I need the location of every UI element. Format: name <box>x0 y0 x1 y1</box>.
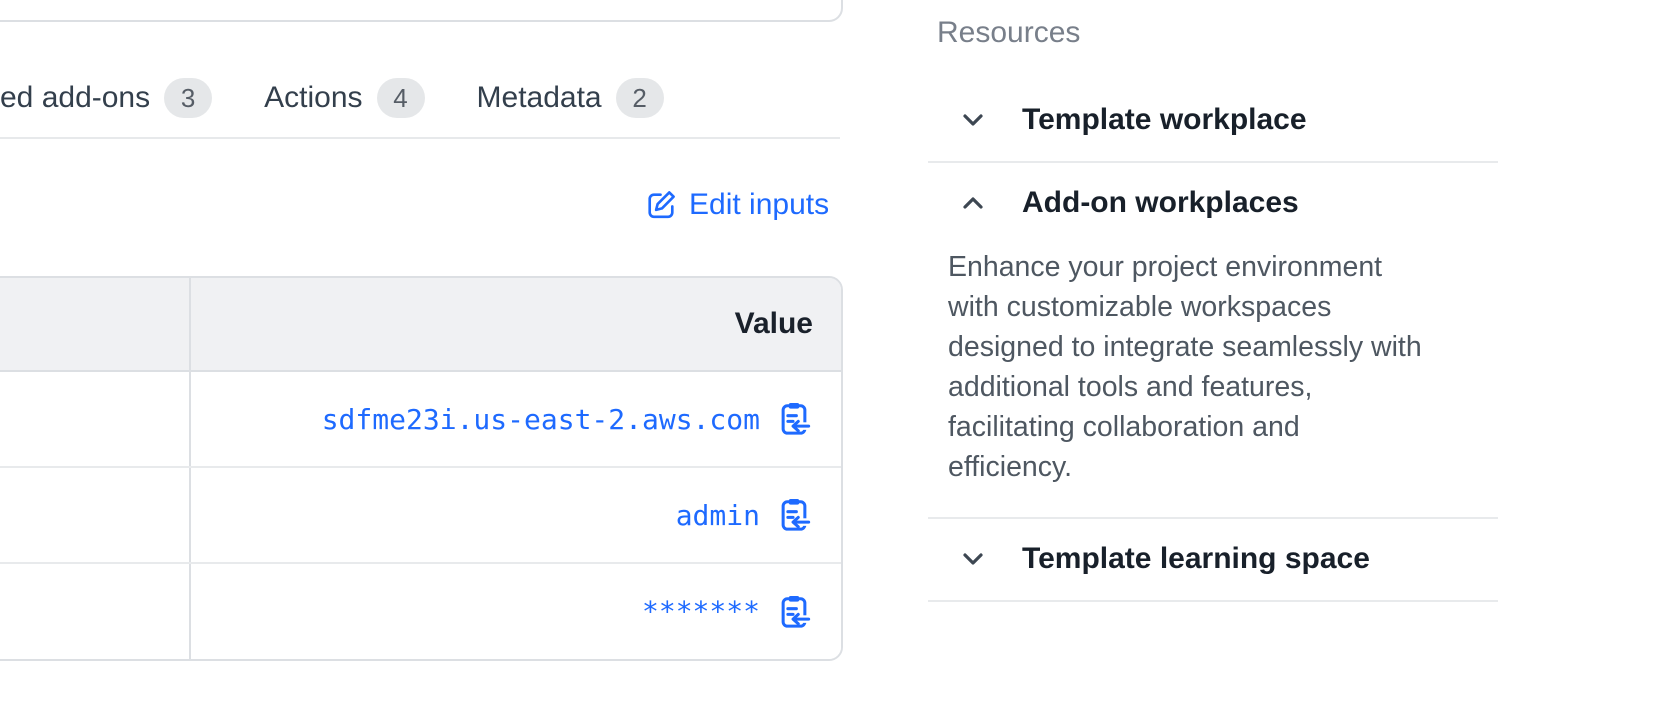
accordion-section-template-workplace: Template workplace <box>928 80 1498 163</box>
tab-actions[interactable]: Actions 4 <box>264 78 424 118</box>
screen: ed add-ons 3 Actions 4 Metadata 2 Edit i… <box>0 0 1672 728</box>
accordion-title: Add-on workplaces <box>1022 186 1299 220</box>
table-header-value: Value <box>191 278 841 370</box>
resources-heading: Resources <box>928 16 1498 50</box>
tab-label: Actions <box>264 81 362 115</box>
table-row: admin <box>0 468 841 564</box>
chevron-down-icon <box>960 107 986 133</box>
table-cell-name <box>0 564 191 659</box>
card-above <box>0 0 843 22</box>
chevron-down-icon <box>960 546 986 572</box>
accordion-section-template-learning-space: Template learning space <box>928 519 1498 602</box>
table-cell-value: admin <box>191 468 841 562</box>
value-masked[interactable]: ******* <box>642 595 760 628</box>
clipboard-copy-icon[interactable] <box>777 401 811 437</box>
edit-inputs-button[interactable]: Edit inputs <box>645 188 829 222</box>
accordion-header[interactable]: Add-on workplaces <box>928 186 1498 220</box>
value-link[interactable]: admin <box>676 499 760 532</box>
edit-inputs-label: Edit inputs <box>689 188 829 222</box>
clipboard-copy-icon[interactable] <box>777 594 811 630</box>
tab-count-badge: 2 <box>616 78 664 118</box>
tab-bar-divider <box>0 137 840 139</box>
table-cell-value: sdfme23i.us-east-2.aws.com <box>191 372 841 466</box>
accordion-header[interactable]: Template learning space <box>928 542 1498 576</box>
table-cell-value: ******* <box>191 564 841 659</box>
tab-metadata[interactable]: Metadata 2 <box>477 78 664 118</box>
accordion-section-add-on-workplaces: Add-on workplaces Enhance your project e… <box>928 163 1498 519</box>
value-link[interactable]: sdfme23i.us-east-2.aws.com <box>322 403 760 436</box>
tab-count-badge: 3 <box>164 78 212 118</box>
tab-count-badge: 4 <box>377 78 425 118</box>
edit-pencil-square-icon <box>645 189 677 221</box>
table-cell-name <box>0 468 191 562</box>
inputs-table: Value sdfme23i.us-east-2.aws.com <box>0 276 843 661</box>
accordion-header[interactable]: Template workplace <box>928 103 1498 137</box>
table-header-name <box>0 278 191 370</box>
table-row: ******* <box>0 564 841 659</box>
clipboard-copy-icon[interactable] <box>777 497 811 533</box>
tab-bar: ed add-ons 3 Actions 4 Metadata 2 <box>0 78 664 118</box>
accordion-title: Template learning space <box>1022 542 1370 576</box>
table-cell-name <box>0 372 191 466</box>
tab-label: Metadata <box>477 81 602 115</box>
tab-installed-add-ons[interactable]: ed add-ons 3 <box>0 78 212 118</box>
resources-panel: Resources Template workplace <box>928 16 1498 602</box>
table-header-row: Value <box>0 278 841 372</box>
accordion-title: Template workplace <box>1022 103 1307 137</box>
tab-label: ed add-ons <box>0 81 150 115</box>
accordion-description: Enhance your project environment with cu… <box>948 247 1464 487</box>
table-row: sdfme23i.us-east-2.aws.com <box>0 372 841 468</box>
chevron-up-icon <box>960 190 986 216</box>
resources-accordion: Template workplace Add-on workplaces Enh… <box>928 80 1498 602</box>
